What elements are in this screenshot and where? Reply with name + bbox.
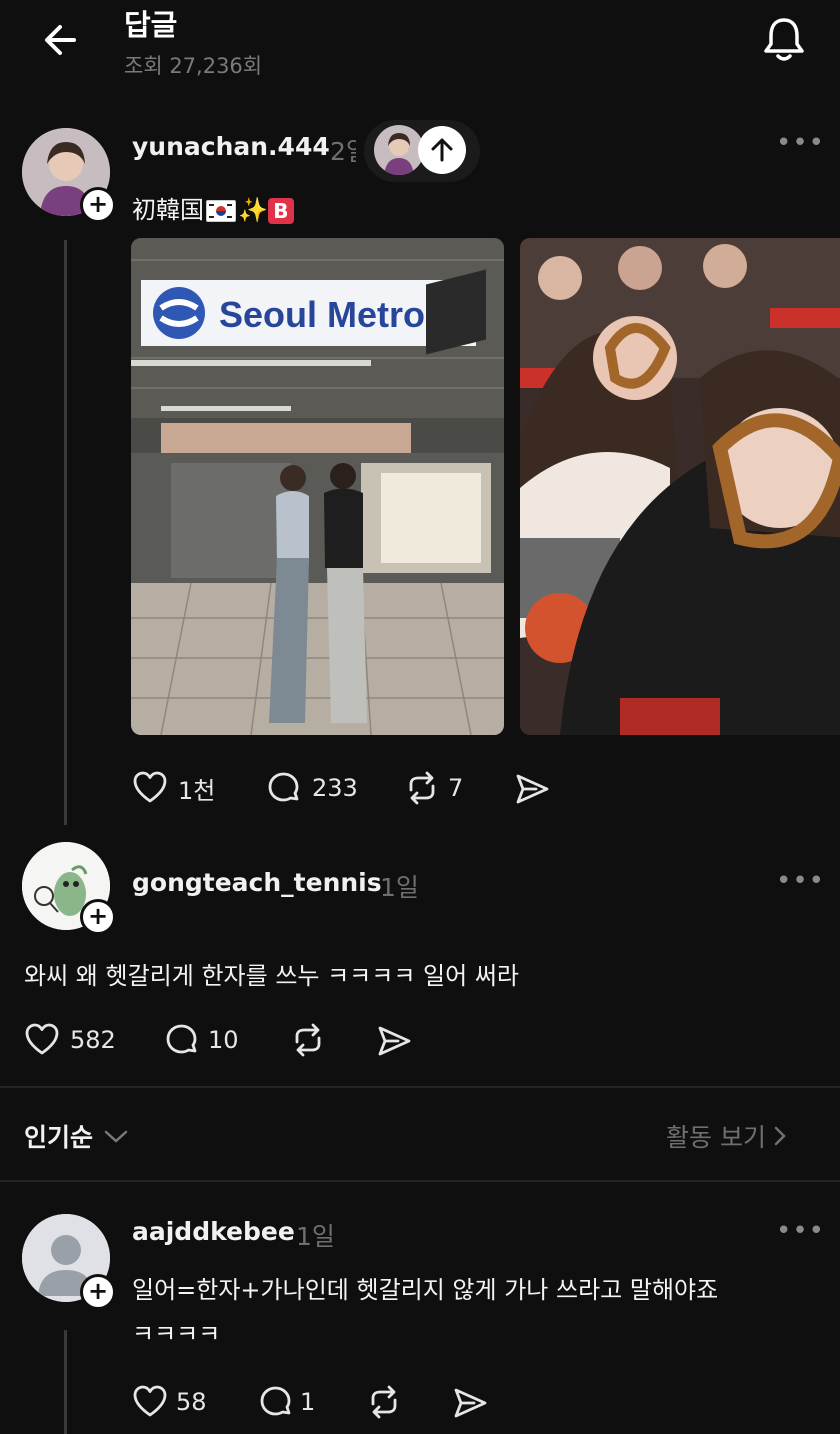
repost-icon [371,1385,397,1419]
repost-button[interactable] [366,1384,402,1420]
reply-text: 와씨 왜 헷갈리게 한자를 쓰누 ㅋㅋㅋㅋ 일어 써라 [24,962,520,990]
repost-button[interactable]: 7 [404,770,463,806]
comment-count: 1 [300,1388,316,1416]
reply-text-line2: ㅋㅋㅋㅋ [132,1320,221,1348]
post-image-1[interactable]: Seoul Metro [131,238,504,735]
view-count: 조회 27,236회 [124,54,263,78]
arrow-left-icon [45,25,76,55]
follow-plus-button[interactable]: + [80,1274,116,1310]
sort-label: 인기순 [24,1123,94,1152]
bell-icon [764,18,804,61]
comment-bubble-icon [268,772,299,802]
thread-line [64,1330,67,1434]
comment-count: 233 [312,774,358,802]
metro-sign-text: Seoul Metro [219,294,425,335]
notifications-button[interactable] [758,14,810,64]
send-icon [516,774,549,804]
repost-icon [409,771,435,805]
send-icon [454,1388,487,1418]
share-button[interactable] [452,1386,488,1420]
send-icon [378,1026,411,1056]
comment-count: 10 [208,1026,239,1054]
follow-plus-button[interactable]: + [80,187,116,223]
comment-button[interactable]: 233 [266,770,358,806]
like-count: 58 [176,1388,207,1416]
more-dots-icon[interactable]: ••• [776,128,825,158]
post-time: 2일 [330,137,356,166]
reply-text-line1: 일어=한자+가나인데 헷갈리지 않게 가나 쓰라고 말해야죠 [132,1276,719,1304]
reply-username[interactable]: aajddkebee [132,1217,295,1246]
reply-time: 1일 [380,873,419,902]
comment-button[interactable]: 1 [258,1384,315,1420]
activity-label: 활동 보기 [666,1123,766,1152]
like-button[interactable]: 582 [24,1022,116,1058]
divider [0,1086,840,1088]
like-count: 582 [70,1026,116,1054]
repost-icon [295,1023,321,1057]
more-dots-icon[interactable]: ••• [776,1216,825,1246]
chip-avatar [374,125,424,175]
like-button[interactable]: 58 [132,1384,207,1420]
heart-icon [133,771,167,803]
reply-time: 1일 [296,1222,335,1251]
sort-dropdown[interactable]: 인기순 [24,1118,131,1154]
post-image-2[interactable] [520,238,840,735]
b-badge-icon: B [267,198,294,224]
heart-icon [25,1023,59,1055]
chevron-right-icon [774,1126,786,1146]
sparkle-icon: ✨ [238,196,268,224]
post-username[interactable]: yunachan.444 [132,132,330,161]
comment-bubble-icon [166,1024,197,1054]
like-count: 1천 [178,776,216,805]
share-button[interactable] [514,772,550,806]
post-text: 初韓国 ✨ B [132,190,294,225]
more-dots-icon[interactable]: ••• [776,866,825,896]
share-button[interactable] [376,1024,412,1058]
comment-bubble-icon [260,1386,291,1416]
chevron-down-icon [104,1130,128,1143]
like-button[interactable]: 1천 [132,770,215,806]
heart-icon [133,1385,167,1417]
page-title: 답글 [124,8,178,42]
follow-plus-button[interactable]: + [80,899,116,935]
reply-username[interactable]: gongteach_tennis [132,868,382,897]
divider [0,1180,840,1182]
repost-button[interactable] [290,1022,326,1058]
korea-flag-icon [206,200,236,222]
thread-line [64,240,67,825]
activity-link[interactable]: 활동 보기 [666,1118,790,1154]
repost-count: 7 [448,774,464,802]
back-button[interactable] [40,20,84,60]
arrow-up-icon [431,138,453,162]
scroll-up-button[interactable] [418,126,466,174]
comment-button[interactable]: 10 [164,1022,239,1058]
